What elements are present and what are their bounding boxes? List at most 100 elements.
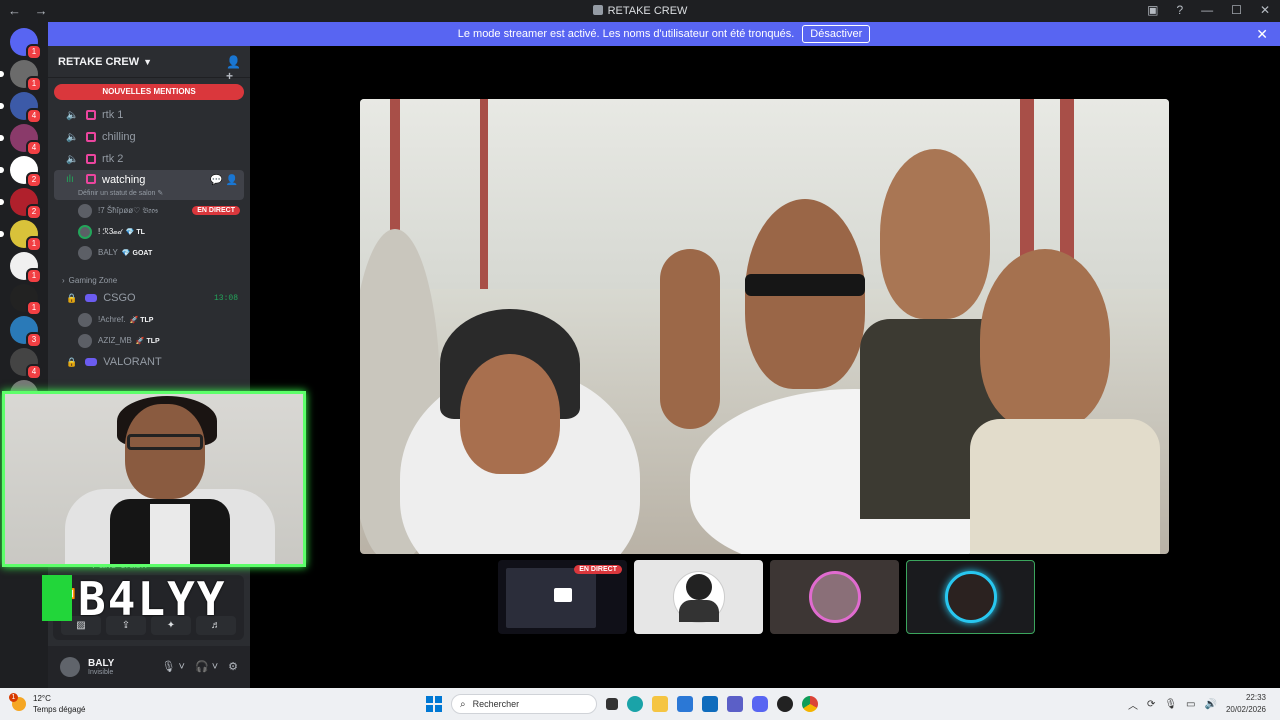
voice-channel-rtk2[interactable]: 🔈 rtk 2	[54, 148, 244, 170]
webcam-overlay	[2, 391, 306, 567]
user-name: BALY	[98, 248, 118, 257]
stream-thumbnails: EN DIRECT	[498, 560, 1035, 634]
app-icon[interactable]	[777, 696, 793, 712]
speaker-icon: 🔈	[66, 109, 79, 121]
avatar	[78, 333, 92, 348]
teams-icon[interactable]	[727, 696, 743, 712]
video-scaffold	[480, 99, 488, 289]
video-person	[880, 149, 990, 319]
date: 20/02/2026	[1225, 705, 1266, 714]
server-icon[interactable]: 2	[0, 156, 42, 188]
mention-badge: 1	[26, 76, 42, 92]
maximize-button[interactable]: ☐	[1231, 3, 1242, 17]
participant-thumbnail[interactable]	[634, 560, 763, 634]
microphone-icon[interactable]: 🎙 ˅	[161, 660, 184, 673]
category-gaming-zone[interactable]: › Gaming Zone	[48, 263, 250, 285]
settings-gear-icon[interactable]: ⚙	[228, 660, 238, 673]
channel-status-hint[interactable]: Définir un statut de salon ✎	[78, 189, 163, 197]
windows-start-icon[interactable]	[426, 696, 442, 712]
weather-text: 12°C Temps dégagé	[33, 693, 85, 715]
user-status: Invisible	[88, 669, 114, 676]
user-panel-names[interactable]: BALY Invisible	[88, 658, 114, 676]
server-icon[interactable]: 1	[10, 252, 42, 284]
volume-icon[interactable]: 🔊	[1205, 699, 1217, 710]
mention-badge: 1	[26, 268, 42, 284]
user-name: AZIZ_MB	[98, 336, 132, 345]
speaker-icon: 🔈	[66, 153, 79, 165]
channel-name: CSGO	[103, 292, 136, 304]
mention-badge: 1	[26, 300, 42, 316]
title-bar: ← → RETAKE CREW ▣ ? — ☐ ✕	[0, 0, 1280, 22]
sync-icon[interactable]: ⟳	[1147, 699, 1155, 710]
user-panel: BALY Invisible 🎙 ˅ 🎧 ˅ ⚙	[48, 646, 250, 688]
mention-badge: 4	[26, 140, 42, 156]
unread-indicator	[0, 71, 4, 77]
mention-badge: 4	[26, 108, 42, 124]
network-icon[interactable]: ▭	[1186, 699, 1195, 710]
voice-channel-valorant[interactable]: 🔒 VALORANT	[54, 351, 244, 373]
headphones-icon[interactable]: 🎧 ˅	[195, 660, 218, 673]
server-icon[interactable]: 1	[0, 220, 42, 252]
voice-channel-chilling[interactable]: 🔈 chilling	[54, 126, 244, 148]
voice-channel-rtk1[interactable]: 🔈 rtk 1	[54, 104, 244, 126]
participant-thumbnail-speaking[interactable]	[906, 560, 1035, 634]
minimize-button[interactable]: —	[1201, 3, 1213, 17]
voice-user[interactable]: AZIZ_MB 🚀 TLP	[48, 330, 250, 351]
close-banner-icon[interactable]: ✕	[1256, 26, 1268, 43]
mention-badge: 2	[26, 172, 42, 188]
channel-timer: 13:08	[213, 293, 238, 303]
server-icon[interactable]: 2	[0, 188, 42, 220]
inbox-icon[interactable]: ▣	[1147, 3, 1158, 17]
gamepad-icon	[85, 294, 98, 302]
discord-taskbar-icon[interactable]	[752, 696, 768, 712]
server-icon[interactable]: 4	[10, 348, 42, 380]
speaker-icon: 🔈	[66, 131, 79, 143]
webcam-figure	[125, 404, 205, 499]
voice-channel-csgo[interactable]: 🔒 CSGO 13:08	[54, 287, 244, 309]
discord-home-icon[interactable]: 1	[10, 28, 42, 60]
server-icon[interactable]: 1	[10, 284, 42, 316]
server-name: RETAKE CREW	[58, 55, 140, 68]
close-window-button[interactable]: ✕	[1260, 3, 1270, 17]
new-mentions-pill[interactable]: NOUVELLES MENTIONS	[54, 84, 244, 100]
screen-share-thumbnail[interactable]: EN DIRECT	[498, 560, 627, 634]
mic-tray-icon[interactable]: 🎙	[1164, 699, 1177, 710]
participant-thumbnail[interactable]	[770, 560, 899, 634]
chrome-icon[interactable]	[802, 696, 818, 712]
task-view-icon[interactable]	[606, 698, 618, 710]
edge-icon[interactable]	[627, 696, 643, 712]
temperature: 12°C	[33, 694, 51, 703]
live-badge: EN DIRECT	[192, 206, 240, 215]
thumbnail-preview	[506, 568, 596, 628]
file-explorer-icon[interactable]	[652, 696, 668, 712]
weather-widget[interactable]: 1 12°C Temps dégagé	[9, 693, 85, 715]
voice-user[interactable]: ! ℛ3𝒶𝒹 💎 TL	[48, 221, 250, 242]
invite-icon[interactable]: 👤+	[226, 55, 241, 83]
voice-user[interactable]: !Achref. 🚀 TLP	[48, 309, 250, 330]
chat-and-invite-icons[interactable]: 💬 👤	[210, 175, 238, 186]
chevron-up-icon[interactable]: ︿	[1128, 697, 1138, 712]
store-icon[interactable]	[677, 696, 693, 712]
taskbar-search[interactable]: ⌕ Rechercher	[451, 694, 597, 714]
disable-streamer-mode-button[interactable]: Désactiver	[802, 25, 871, 43]
lock-icon: 🔒	[66, 292, 78, 303]
channel-name: watching	[102, 174, 146, 186]
stream-stage: EN DIRECT	[250, 46, 1280, 688]
voice-channel-watching[interactable]: ılı watching Définir un statut de salon …	[54, 170, 244, 200]
stream-video[interactable]	[360, 99, 1169, 554]
server-icon[interactable]: 4	[0, 124, 42, 156]
sun-icon: 1	[9, 693, 26, 711]
server-icon[interactable]: 1	[0, 60, 42, 92]
avatar[interactable]	[60, 657, 80, 677]
voice-user[interactable]: BALY 💎 GOAT	[48, 242, 250, 263]
outlook-icon[interactable]	[702, 696, 718, 712]
help-icon[interactable]: ?	[1176, 3, 1183, 17]
server-header[interactable]: RETAKE CREW ▼ 👤+	[48, 46, 250, 83]
streamer-name-overlay: B4LYY	[42, 572, 226, 626]
mention-badge: 1	[26, 44, 42, 60]
clock[interactable]: 22:33 20/02/2026	[1226, 692, 1266, 716]
channel-name: chilling	[102, 131, 136, 143]
voice-user[interactable]: !7 Šħîpøø♡ 𝔅𝔬𝔬𝔰 EN DIRECT	[48, 200, 250, 221]
server-icon[interactable]: 3	[10, 316, 42, 348]
server-icon[interactable]: 4	[0, 92, 42, 124]
